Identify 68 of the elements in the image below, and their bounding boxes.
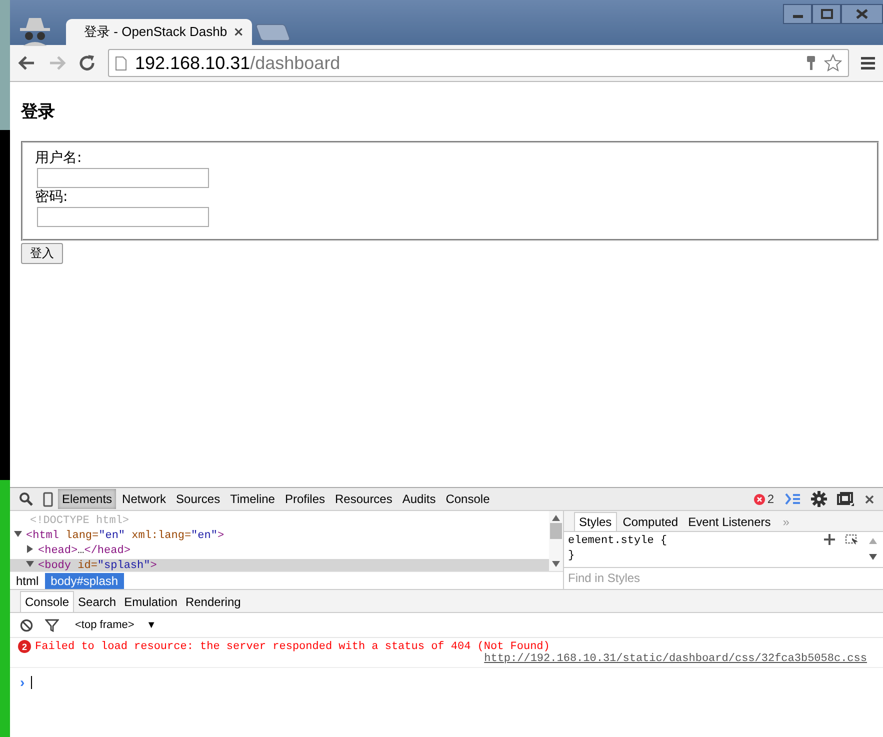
page-heading: 登录 xyxy=(21,101,56,123)
scrollbar-thumb[interactable] xyxy=(550,523,562,539)
dom-node[interactable]: <head>…</head> xyxy=(10,544,549,559)
prompt-icon: › xyxy=(20,674,25,690)
styles-tab[interactable]: Styles xyxy=(574,512,617,531)
devtools-tab[interactable]: Network xyxy=(118,489,170,509)
url-text: 192.168.10.31/dashboard xyxy=(135,52,342,74)
address-bar[interactable]: 192.168.10.31/dashboard xyxy=(108,49,849,77)
plus-icon[interactable] xyxy=(824,534,835,545)
caret-icon[interactable]: ▼ xyxy=(146,620,156,630)
close-icon xyxy=(856,9,868,19)
field-label: 密码: xyxy=(35,188,68,207)
devtools-tab[interactable]: Resources xyxy=(331,489,396,509)
minimize-button[interactable] xyxy=(783,4,812,24)
page-icon xyxy=(115,56,127,70)
text-cursor xyxy=(30,676,32,688)
error-message: Failed to load resource: the server responded with a status of 404 (Not Found) xyxy=(35,640,550,652)
devtools-tab[interactable]: Elements xyxy=(58,489,116,509)
devtools-tab[interactable]: Timeline xyxy=(226,489,279,509)
input-field[interactable] xyxy=(37,207,209,227)
star-icon[interactable] xyxy=(824,54,842,72)
error-count[interactable]: 2 xyxy=(754,492,774,506)
menu-icon[interactable] xyxy=(861,56,875,70)
scroll-up-icon[interactable] xyxy=(552,515,560,521)
styles-tab[interactable]: Computed xyxy=(618,513,682,531)
reload-icon[interactable] xyxy=(78,54,96,72)
devtools-tab[interactable]: Audits xyxy=(398,489,440,509)
search-icon[interactable] xyxy=(19,492,33,506)
dom-node[interactable]: <html lang="en" xml:lang="en"> xyxy=(10,529,549,544)
style-rule-line: } xyxy=(568,549,576,564)
close-window-button[interactable] xyxy=(841,4,883,24)
message-count-badge: 2 xyxy=(18,640,31,653)
settings-icon[interactable] xyxy=(811,491,827,507)
error-icon xyxy=(754,494,766,504)
drawer-tab[interactable]: Search xyxy=(74,592,120,612)
drawer-tab[interactable]: Emulation xyxy=(120,592,182,612)
maximize-icon xyxy=(820,9,832,19)
devtools-tab[interactable]: Profiles xyxy=(280,489,329,509)
breadcrumb[interactable]: body#splash xyxy=(44,572,124,588)
drawer-tab[interactable]: Console xyxy=(20,591,74,612)
dom-node[interactable]: <body id="splash"> xyxy=(10,559,549,571)
login-button[interactable]: 登入 xyxy=(21,243,63,264)
mobile-device-icon[interactable] xyxy=(43,492,53,506)
back-icon[interactable] xyxy=(18,55,36,71)
field-label: 用户名: xyxy=(35,149,82,168)
maximize-button[interactable] xyxy=(812,4,841,24)
frame-selector[interactable]: <top frame> xyxy=(75,619,134,631)
scroll-down-icon[interactable] xyxy=(869,554,877,560)
dock-icon[interactable] xyxy=(837,492,855,506)
drawer-tab[interactable]: Rendering xyxy=(181,592,245,612)
close-tab-button[interactable]: × xyxy=(233,24,244,40)
devtools-tab[interactable]: Console xyxy=(442,489,494,509)
console-drawer-icon[interactable] xyxy=(785,493,801,505)
tab-title: 登录 - OpenStack Dashb xyxy=(84,23,228,41)
incognito-icon xyxy=(18,16,52,46)
clear-icon[interactable] xyxy=(20,618,33,632)
scroll-down-icon[interactable] xyxy=(552,561,560,567)
filter-icon[interactable] xyxy=(45,618,59,632)
source-link[interactable]: http://192.168.10.31/static/dashboard/css/32fca3b5058c.css xyxy=(484,653,867,665)
browser-tab[interactable]: 登录 - OpenStack Dashb × xyxy=(66,19,252,45)
element-state-icon[interactable] xyxy=(845,534,859,546)
styles-tab[interactable]: Event Listeners xyxy=(684,513,775,531)
close-icon[interactable] xyxy=(865,494,874,504)
key-icon[interactable] xyxy=(806,55,816,71)
style-rule-line: element.style { xyxy=(568,534,668,549)
devtools-tab[interactable]: Sources xyxy=(172,489,224,509)
breadcrumb[interactable]: html xyxy=(10,572,45,588)
input-field[interactable] xyxy=(37,168,209,188)
